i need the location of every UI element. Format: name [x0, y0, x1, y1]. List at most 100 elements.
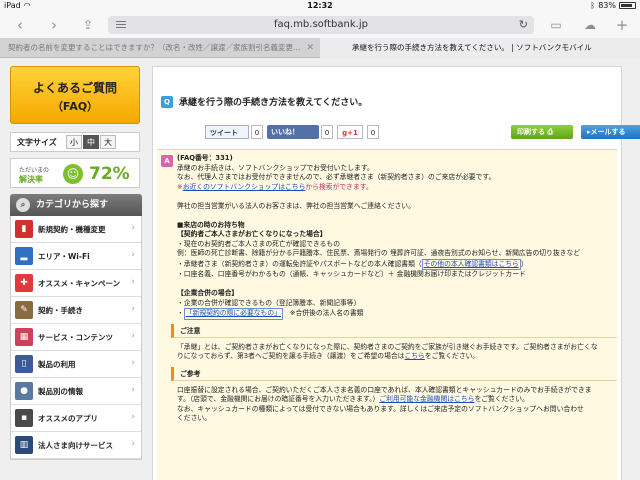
category-item[interactable]: ✚ オススメ・キャンペーン › [11, 270, 141, 297]
battery-percent: 83% [598, 1, 616, 10]
sidebar: よくあるご質問 （FAQ） 文字サイズ 小 中 大 ただいまの 解決率 ☺ 72… [10, 66, 142, 460]
building-icon: ▥ [15, 436, 33, 454]
print-button[interactable]: 印刷する ⎙ [511, 125, 573, 139]
bluetooth-icon: ᛒ [590, 1, 596, 10]
device-icon: ▯ [15, 355, 33, 373]
chevron-right-icon: › [131, 412, 135, 422]
answer-body: (FAQ番号：331) 承継のお手続きは、ソフトバンクショップでお受付いたします… [171, 154, 617, 424]
answer-line: ・「新規契約の際に必要なもの」 ※合併後の法人名の書類 [177, 308, 617, 320]
answer-line: ・現在のお契約者ご本人さまの死亡が確認できるもの [177, 239, 340, 248]
category-label: 製品別の情報 [38, 386, 83, 396]
category-item[interactable]: ✎ 契約・手続き › [11, 297, 141, 324]
faq-number: (FAQ番号：331) [177, 154, 233, 162]
id-documents-link[interactable]: その他の本人確認書類はこちら [421, 258, 521, 270]
search-icon: ⌕ [16, 198, 30, 212]
tweet-count: 0 [251, 125, 263, 139]
answer-text: をご覧ください。 [424, 352, 480, 360]
shop-search-link[interactable]: お近くのソフトバンクショップはこちら [183, 183, 306, 191]
chevron-right-icon: › [131, 331, 135, 341]
services-icon: ▦ [15, 328, 33, 346]
chevron-right-icon: › [131, 223, 135, 233]
category-item[interactable]: ▪ オススメのアプリ › [11, 405, 141, 432]
tab-active[interactable]: 承継を行う際の手続き方法を教えてください。 | ソフトバンクモバイル [320, 38, 640, 58]
category-label: 契約・手続き [38, 305, 83, 315]
answer-text: ・ [177, 309, 184, 317]
print-label: 印刷する [517, 128, 545, 136]
category-label: サービス・コンテンツ [38, 332, 113, 342]
status-bar: iPad ◠ 12:32 ᛒ 83% [0, 0, 640, 12]
share-icon[interactable]: ⇪ [78, 16, 98, 34]
category-list: ▮ 新規契約・機種変更 › ▂ エリア・Wi-Fi › ✚ オススメ・キャンペーン › ✎ 契約・手… [10, 216, 142, 460]
answer-text: から検索ができます。 [305, 182, 373, 191]
apps-icon: ▪ [15, 409, 33, 427]
answer-line: 承継のお手続きは、ソフトバンクショップでお受付いたします。 [177, 163, 374, 172]
print-icon: ⎙ [547, 128, 554, 136]
font-size-large[interactable]: 大 [100, 135, 116, 149]
resolution-rate: 72% [89, 164, 130, 184]
answer-text: をご覧ください。 [474, 395, 529, 403]
reload-icon[interactable]: ↻ [519, 18, 528, 31]
chevron-right-icon: › [131, 250, 135, 260]
answer-badge: A [161, 155, 173, 167]
answer-line: す。（店頭で、金融機関にお届けの暗証番号を入力いただきます。）ご利用可能な金融機… [177, 395, 617, 405]
font-size-selector: 文字サイズ 小 中 大 [10, 132, 140, 152]
close-tab-icon[interactable]: ✕ [306, 38, 314, 58]
chevron-right-icon: › [131, 439, 135, 449]
section-subheading: 【企業合併の場合】 [177, 289, 239, 297]
google-plus-button[interactable]: g+1 [337, 125, 363, 139]
bookmarks-icon[interactable]: ▭ [546, 16, 566, 34]
answer-line: なお、代理人さまではお受付ができませんので、必ず承継者さま（新契約者さま）のご来… [177, 173, 496, 181]
clock: 12:32 [307, 1, 333, 10]
category-item[interactable]: ▯ 製品の利用 › [11, 351, 141, 378]
font-size-small[interactable]: 小 [66, 135, 82, 149]
reference-heading: ご参考 [171, 366, 617, 381]
answer-line: ・承継者さま（新契約者さま）の運転免許証やパスポートなどの本人確認書類（ その他の… [177, 258, 617, 270]
answer-line: 口座振替に設定される場合、ご契約いただくご本人さま名義の口座であれば、本人確認書… [177, 385, 592, 394]
tab-label: 承継を行う際の手続き方法を教えてください。 | ソフトバンクモバイル [352, 43, 592, 52]
faq-subtitle: （FAQ） [51, 100, 99, 113]
tab-inactive[interactable]: 契約者の名前を変更することはできますか？（改名・改姓／譲渡／家族割引名義変更… … [0, 38, 320, 58]
facebook-like-button[interactable]: いいね！ [267, 125, 319, 139]
share-bar: ツイート 0 いいね！ 0 g+1 0 印刷する ⎙ ▸メールする [205, 125, 640, 141]
new-tab-icon[interactable]: + [612, 16, 632, 34]
forward-icon[interactable]: › [44, 16, 64, 34]
category-label: 製品の利用 [38, 359, 76, 369]
category-item[interactable]: ● 製品別の情報 › [11, 378, 141, 405]
chevron-right-icon: › [131, 358, 135, 368]
section-subheading: 【契約者ご本人さまがお亡くなりになった場合】 [177, 230, 327, 238]
back-icon[interactable]: ‹ [10, 16, 30, 34]
question-badge: Q [161, 95, 173, 108]
faq-title: よくあるご質問 [32, 81, 117, 95]
answer-text: りになっておらず、第3者へご契約を譲る手続き（譲渡）をご希望の場合は [177, 352, 405, 360]
phone-icon: ▮ [15, 220, 33, 238]
category-label: 新規契約・機種変更 [38, 224, 106, 234]
faq-home-button[interactable]: よくあるご質問 （FAQ） [10, 66, 140, 124]
transfer-link[interactable]: こちら [404, 352, 424, 360]
chevron-right-icon: › [131, 277, 135, 287]
chevron-right-icon: › [131, 304, 135, 314]
battery-icon [619, 2, 636, 9]
mail-button[interactable]: ▸メールする [581, 125, 640, 139]
cloud-tabs-icon[interactable]: ☁ [580, 16, 600, 34]
tab-label: 契約者の名前を変更することはできますか？（改名・改姓／譲渡／家族割引名義変更… [8, 43, 301, 52]
category-item[interactable]: ▂ エリア・Wi-Fi › [11, 243, 141, 270]
answer-line: りになっておらず、第3者へご契約を譲る手続き（譲渡）をご希望の場合はこちらをご覧… [177, 352, 617, 362]
answer-line: なお、キャッシュカードの種類によっては受付できない場合もあります。詳しくはご来店… [177, 404, 584, 413]
caution-heading: ご注意 [171, 323, 617, 338]
smile-icon: ☺ [63, 164, 83, 184]
banks-link[interactable]: ご利用可能な金融機関はこちら [379, 395, 474, 403]
mail-label: メールする [590, 128, 626, 136]
font-size-medium[interactable]: 中 [83, 135, 99, 149]
signal-icon: ▂ [15, 247, 33, 265]
new-contract-link[interactable]: 「新規契約の際に必要なもの」 [183, 308, 283, 320]
category-label: オススメのアプリ [38, 413, 98, 423]
question-title: 承継を行う際の手続き方法を教えてください。 [179, 98, 368, 108]
category-item[interactable]: ▦ サービス・コンテンツ › [11, 324, 141, 351]
tweet-button[interactable]: ツイート [205, 125, 249, 139]
category-label: 法人さま向けサービス [38, 440, 113, 450]
address-bar[interactable]: faq.mb.softbank.jp ↻ [108, 16, 534, 34]
browser-toolbar: ‹ › ⇪ faq.mb.softbank.jp ↻ ▭ ☁ + [0, 12, 640, 38]
answer-line: ・企業の合併が確認できるもの（登記簿謄本、新聞記事等） [177, 298, 361, 307]
category-item[interactable]: ▥ 法人さま向けサービス › [11, 432, 141, 459]
category-item[interactable]: ▮ 新規契約・機種変更 › [11, 216, 141, 243]
